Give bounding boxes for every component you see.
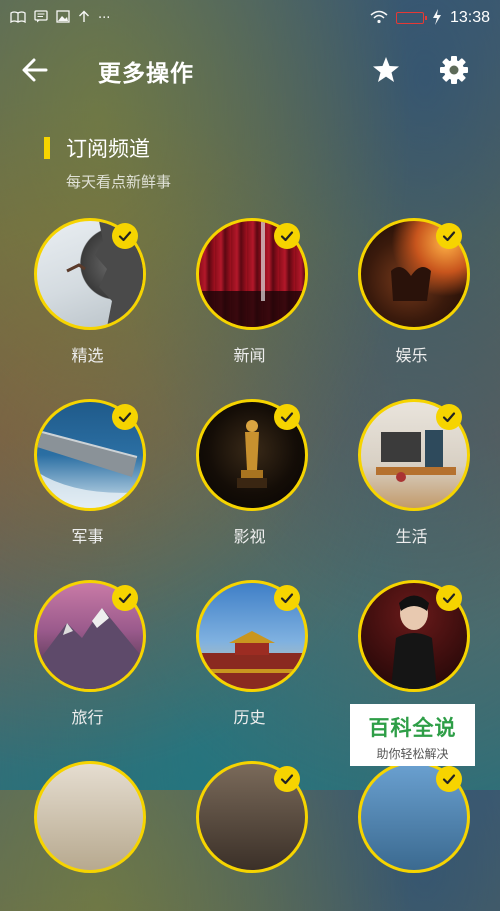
gear-icon [440,56,468,84]
app-bar: 更多操作 [0,40,500,100]
status-right: 13:38 [370,8,490,28]
settings-button[interactable] [436,52,472,88]
clock: 13:38 [449,9,490,26]
wifi-icon [370,10,388,27]
channel-item-news[interactable]: 新闻 [192,218,312,368]
battery-icon [395,12,427,24]
channel-item-partial-1[interactable] [30,761,150,911]
channel-label: 娱乐 [395,346,428,365]
page-title: 更多操作 [98,61,194,87]
status-bar: ··· 13:38 [0,0,500,36]
charging-icon [432,8,442,28]
channel-item-travel[interactable]: 旅行 [30,580,150,730]
check-icon [436,585,462,611]
check-icon [112,404,138,430]
channel-item-partial-3[interactable] [354,761,474,911]
channel-item-partial-2[interactable] [192,761,312,911]
check-icon [274,404,300,430]
upload-icon [78,10,90,26]
back-button[interactable] [18,54,52,86]
favorite-button[interactable] [368,52,404,88]
channel-item-history[interactable]: 历史 [192,580,312,730]
check-icon [112,223,138,249]
reader-icon [10,10,26,26]
back-arrow-icon [22,58,48,82]
status-left: ··· [10,10,110,26]
channel-item-lifestyle[interactable]: 生活 [354,399,474,549]
message-icon [34,10,48,26]
channel-label: 旅行 [71,708,104,727]
channel-label: 精选 [71,346,104,365]
more-notifications: ··· [98,10,111,26]
watermark-title: 百科全说 [368,716,457,740]
check-icon [274,585,300,611]
check-icon [274,766,300,792]
channel-item-featured[interactable]: 精选 [30,218,150,368]
image-icon [56,10,70,26]
channel-item-film[interactable]: 影视 [192,399,312,549]
channel-label: 历史 [233,708,266,727]
section-subtitle: 每天看点新鲜事 [66,173,172,191]
channel-item-entertainment[interactable]: 娱乐 [354,218,474,368]
channel-thumbnail [34,761,146,873]
channel-label: 军事 [71,527,104,546]
channel-item-military[interactable]: 军事 [30,399,150,549]
channel-label: 生活 [395,527,428,546]
channel-label: 影视 [233,527,266,546]
section-accent-bar [44,137,50,159]
channel-label: 新闻 [233,346,266,365]
check-icon [112,585,138,611]
check-icon [436,766,462,792]
section-title: 订阅频道 [66,137,150,161]
watermark-subtitle: 助你轻松解决 [376,747,449,761]
check-icon [274,223,300,249]
watermark-logo: 百科全说 助你轻松解决 [350,704,475,766]
star-icon [373,57,399,82]
check-icon [436,223,462,249]
check-icon [436,404,462,430]
